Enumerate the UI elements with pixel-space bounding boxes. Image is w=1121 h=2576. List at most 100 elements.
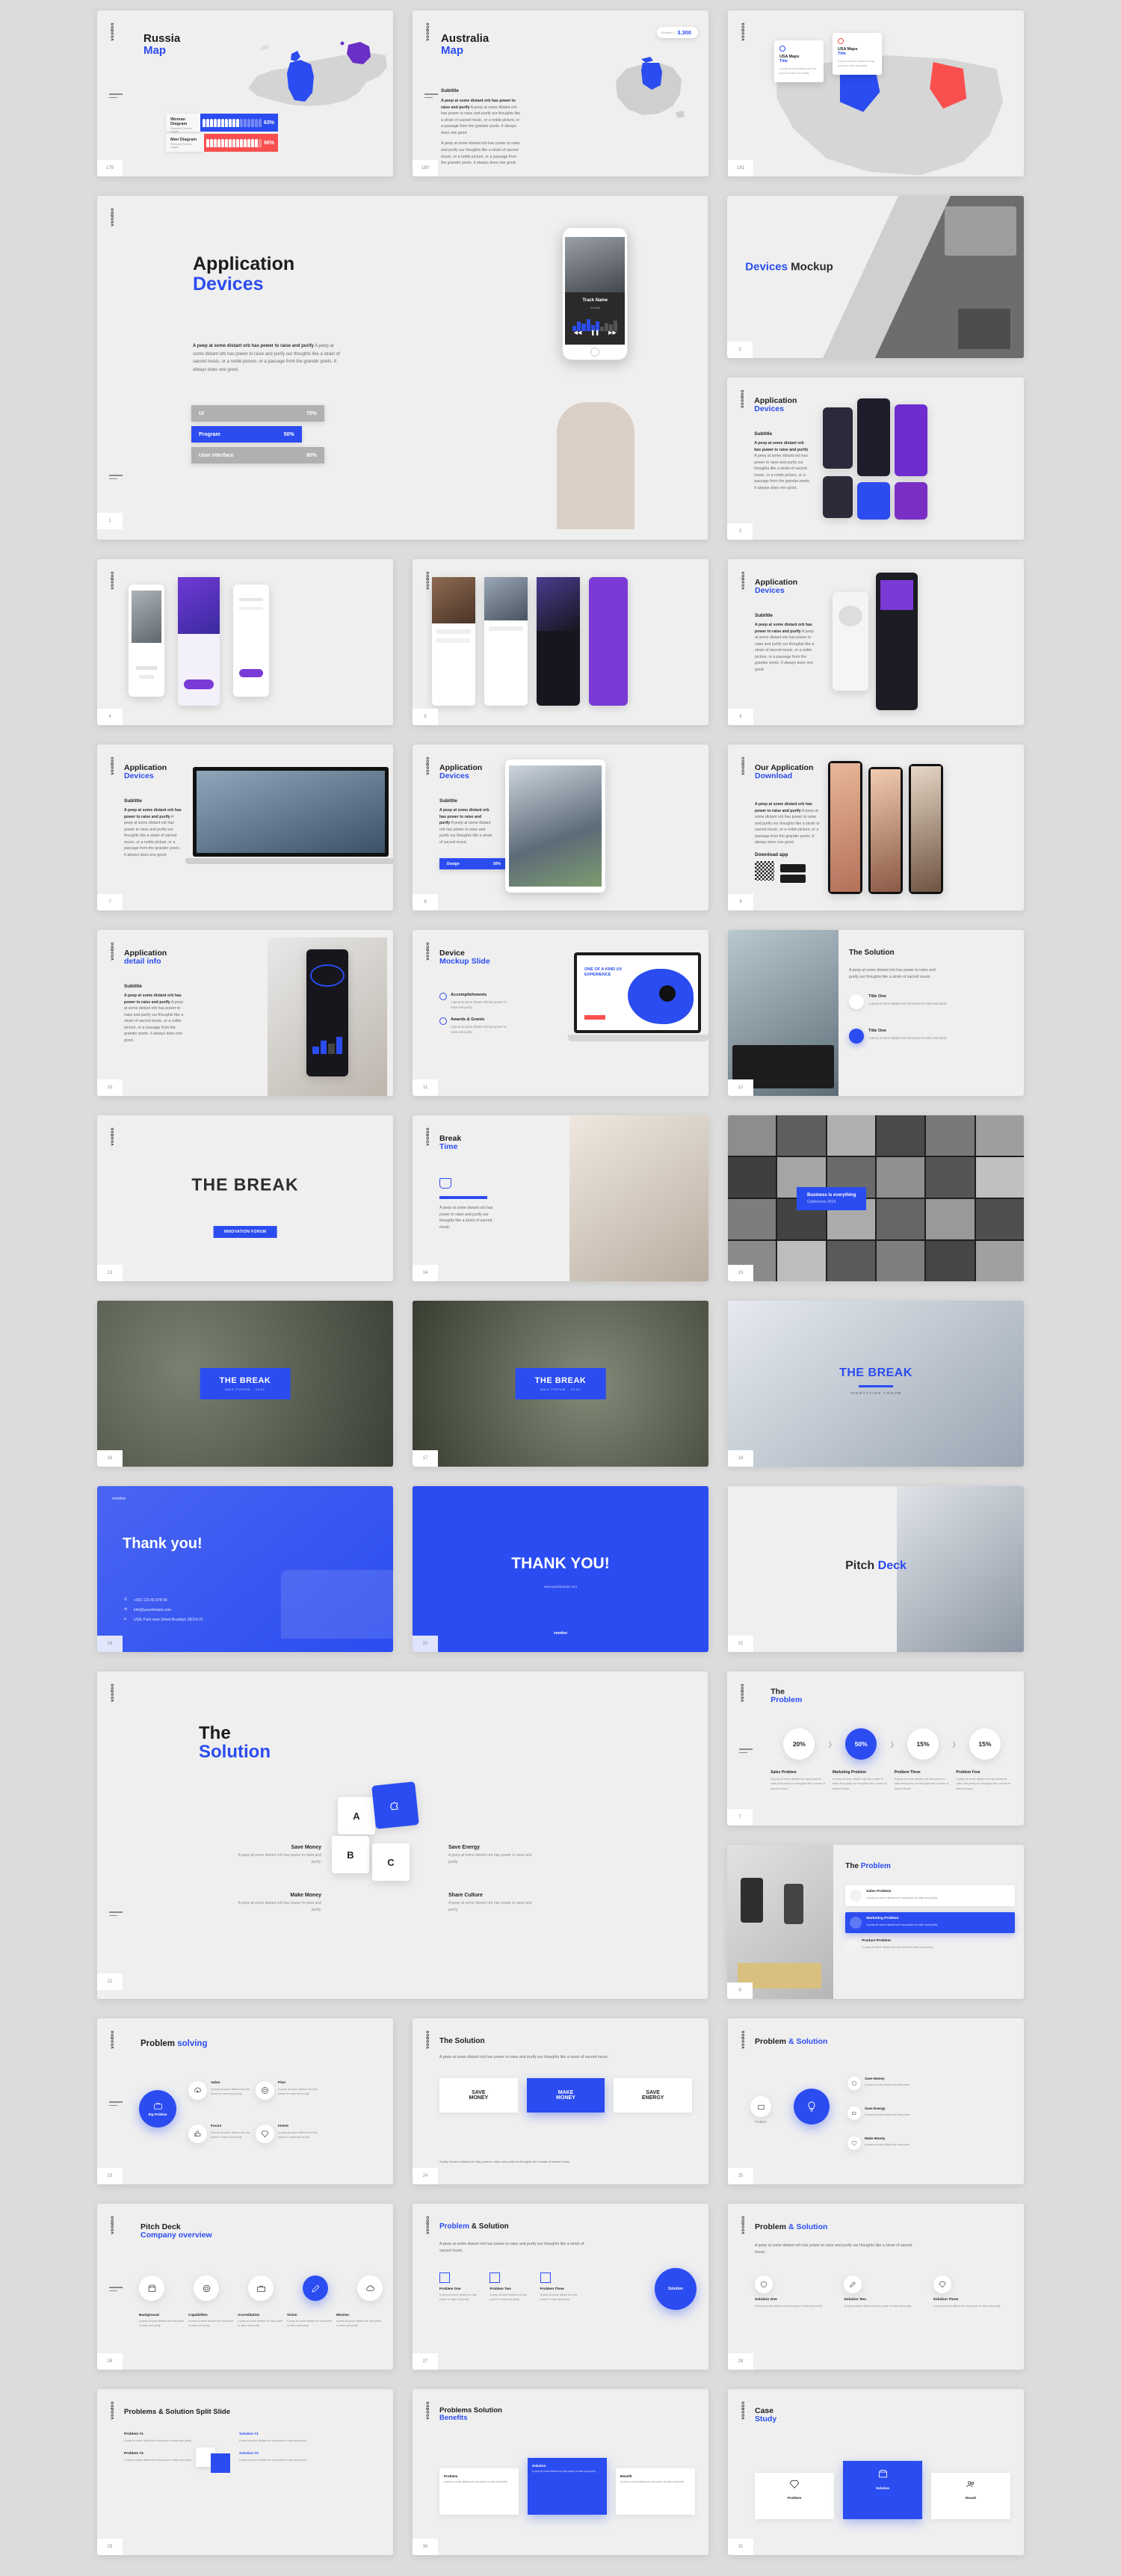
solution-col-2[interactable]: Solution Two A peep at some distant orb …: [844, 2275, 922, 2308]
benefit-card-1[interactable]: Problem A peep at some distant orb has p…: [439, 2468, 519, 2515]
right-item-2[interactable]: Save Energy A peep at some distant orb h…: [847, 2107, 920, 2120]
body-text-1: A peep at some distant orb has power to …: [441, 99, 521, 135]
award-icon: [439, 1017, 447, 1026]
problem-item-1[interactable]: Sales Problem A peep at some distant orb…: [845, 1885, 1015, 1906]
slide-case-study[interactable]: voodoo Case Study Problem Solution Resul…: [728, 2389, 1024, 2555]
solution-card-2[interactable]: MAKE MONEY: [526, 2078, 605, 2113]
slide-device-mockup[interactable]: voodoo Device Mockup Slide Accomplishmen…: [413, 930, 708, 1096]
solution-item-save-energy: Save Energy A peep at some distant orb h…: [448, 1845, 534, 1865]
benefit-card-2[interactable]: Solution A peep at some distant orb has …: [528, 2458, 607, 2515]
slide-australia-map[interactable]: voodoo Australia Map Subtitle A peep at …: [413, 10, 708, 176]
usa-card-1[interactable]: USA Maps Title A peep at some distant or…: [774, 40, 824, 83]
page-number: 2: [727, 342, 753, 358]
slide-conference-grid[interactable]: Business is everything Conference 2019 1…: [728, 1115, 1024, 1281]
solving-item-focus[interactable]: Focus A peep at some distant orb has pow…: [188, 2124, 257, 2143]
case-card-3[interactable]: Result: [931, 2473, 1010, 2519]
break-button[interactable]: INNOVATION FORUM: [213, 1226, 277, 1238]
item-text: A peep at some distant orb has power to …: [448, 1901, 532, 1912]
usa-card-2[interactable]: USA Maps Title A peep at some distant or…: [833, 33, 882, 76]
slide-problem-and-solution-3[interactable]: voodoo Problem & Solution A peep at some…: [728, 2204, 1024, 2370]
step-2[interactable]: 50%: [833, 1728, 889, 1760]
slide-the-break-2[interactable]: THE BREAK MAG FORUM - 2019 16: [97, 1301, 393, 1467]
step-3[interactable]: 15%: [895, 1728, 951, 1760]
break-banner[interactable]: THE BREAK MAG FORUM - 2019: [200, 1368, 291, 1399]
slide-thank-you-1[interactable]: voodoo Thank you! ✆ +001 123 45 678 99 ✉…: [97, 1486, 393, 1652]
slide-the-break-4[interactable]: THE BREAK INNOVATION FORUM 18: [728, 1301, 1024, 1467]
solution-circle[interactable]: Solution: [655, 2268, 697, 2310]
problem-2: Problem #2 A peep at some distant orb ha…: [124, 2452, 192, 2462]
slide-app-screens-b[interactable]: voodoo 5: [413, 559, 708, 725]
slide-problem-solving[interactable]: voodoo Problem solving Big Problem Value: [97, 2018, 393, 2184]
right-item-3[interactable]: Make Money A peep at some distant orb ha…: [847, 2136, 920, 2150]
slide-app-devices-3[interactable]: voodoo Application Devices Subtitle A pe…: [728, 559, 1024, 725]
slide-problem-and-solution-1[interactable]: voodoo Problem & Solution Problem Save M…: [728, 2018, 1024, 2184]
slide-usa-map[interactable]: voodoo USA Maps Title A peep at some dis…: [728, 10, 1024, 176]
problem-circle[interactable]: [750, 2096, 771, 2117]
slide-the-solution-puzzle[interactable]: voodoo The Solution A B C Save Money A p…: [97, 1671, 708, 1999]
big-problem-circle[interactable]: Big Problem: [139, 2090, 176, 2127]
slide-problems-solution-split[interactable]: voodoo Problems & Solution Split Slide P…: [97, 2389, 393, 2555]
solution-card-1[interactable]: SAVE MONEY: [439, 2078, 518, 2113]
pause-icon[interactable]: ❚❚: [590, 330, 599, 336]
slide-problems-solution-benefits[interactable]: voodoo Problems Solution Benefits Proble…: [413, 2389, 708, 2555]
next-icon[interactable]: ▶▶: [608, 330, 617, 336]
googleplay-badge[interactable]: [780, 875, 806, 883]
player-controls[interactable]: ◀◀ ❚❚ ▶▶: [565, 330, 625, 336]
slide-devices-mockup[interactable]: Devices Mockup 2: [727, 196, 1024, 358]
prev-icon[interactable]: ◀◀: [574, 330, 582, 336]
slide-problem-and-solution-2[interactable]: voodoo Problem & Solution A peep at some…: [413, 2204, 708, 2370]
slide-application-devices-main[interactable]: voodoo Application Devices A peep at som…: [97, 196, 708, 540]
problem-steps: 20% ❯ 50% ❯ 15% ❯ 15%: [771, 1728, 1013, 1760]
slide-solution-cards[interactable]: voodoo The Solution A peep at some dista…: [413, 2018, 708, 2184]
solution-col-1[interactable]: Solution One A peep at some distant orb …: [755, 2275, 833, 2308]
thank-you-title: THANK YOU!: [511, 1555, 610, 1572]
solution-item-2: Title One A peep at some distant orb has…: [849, 1029, 948, 1044]
slide-thank-you-2[interactable]: THANK YOU! www.yourdomain.com voodoo 20: [413, 1486, 708, 1652]
step-4[interactable]: 15%: [957, 1728, 1013, 1760]
solution-card-3[interactable]: SAVE ENERGY: [614, 2078, 693, 2113]
slide-the-problem-steps[interactable]: voodoo The Problem 20% ❯ 50% ❯ 15% ❯ 15%…: [727, 1671, 1024, 1825]
equals-mark: [109, 2101, 123, 2108]
right-item-1[interactable]: Save Money A peep at some distant orb ha…: [847, 2077, 920, 2090]
slide-the-problem-photo[interactable]: The Problem Sales Problem A peep at some…: [727, 1845, 1024, 1999]
slide-russia-map[interactable]: voodoo Russia Map Woman Diagram Featured…: [97, 10, 393, 176]
lifebuoy-icon[interactable]: [194, 2275, 219, 2301]
case-card-2[interactable]: Solution: [843, 2461, 922, 2519]
case-card-1[interactable]: Problem: [755, 2473, 834, 2519]
problem-item-2[interactable]: Marketing Problem A peep at some distant…: [845, 1912, 1015, 1933]
slide-app-detail[interactable]: voodoo Application detail info Subtitle …: [97, 930, 393, 1096]
slide-pitch-deck-cover[interactable]: Pitch Deck 21: [728, 1486, 1024, 1652]
home-button[interactable]: [590, 348, 600, 357]
page-number: 1: [97, 513, 123, 529]
slide-app-devices-tablet[interactable]: voodoo Application Devices Subtitle A pe…: [413, 745, 708, 910]
slide-the-solution-building[interactable]: The Solution A peep at some distant orb …: [728, 930, 1024, 1096]
solution-col-3[interactable]: Solution Three A peep at some distant or…: [933, 2275, 1012, 2308]
briefcase-icon[interactable]: [248, 2275, 274, 2301]
solving-item-plan[interactable]: Plan A peep at some distant orb has powe…: [256, 2081, 324, 2100]
solving-item-invest[interactable]: Invest A peep at some distant orb has po…: [256, 2124, 324, 2143]
slide-app-devices-laptop[interactable]: voodoo Application Devices Subtitle A pe…: [97, 745, 393, 910]
pencil-icon[interactable]: [303, 2275, 328, 2301]
slide-app-devices-2[interactable]: voodoo Application Devices Subtitle A pe…: [727, 378, 1024, 540]
slide-the-break-3[interactable]: THE BREAK MAG FORUM - 2019 17: [413, 1301, 708, 1467]
box-icon[interactable]: [139, 2275, 164, 2301]
laptop-badge-text: ONE OF A KIND UX EXPERIENCE: [584, 967, 623, 978]
step-1[interactable]: 20%: [771, 1728, 827, 1760]
slide-break-time[interactable]: voodoo Break Time A peep at some distant…: [413, 1115, 708, 1281]
step-percent: 20%: [783, 1728, 815, 1760]
puzzle-piece-active[interactable]: [371, 1781, 419, 1829]
slide-our-app-download[interactable]: voodoo Our Application Download A peep a…: [728, 745, 1024, 910]
problem-item-3[interactable]: Product Problem A peep at some distant o…: [845, 1939, 1015, 1951]
phone-screen-3: [537, 577, 580, 706]
benefit-card-3[interactable]: Benefit A peep at some distant orb has p…: [616, 2468, 695, 2515]
slide-pitch-deck-company[interactable]: voodoo Pitch Deck Company overview Backg…: [97, 2204, 393, 2370]
slide-app-screens-a[interactable]: voodoo 4: [97, 559, 393, 725]
solution-circle[interactable]: [794, 2089, 830, 2124]
page-number: 19: [97, 1636, 123, 1652]
solving-item-value[interactable]: Value A peep at some distant orb has pow…: [188, 2081, 257, 2100]
appstore-badge[interactable]: [780, 864, 806, 872]
break-banner[interactable]: THE BREAK MAG FORUM - 2019: [515, 1368, 606, 1399]
australia-map-graphic: [616, 57, 685, 118]
cloud-download-icon[interactable]: [357, 2275, 383, 2301]
slide-the-break-1[interactable]: voodoo THE BREAK INNOVATION FORUM 13: [97, 1115, 393, 1281]
